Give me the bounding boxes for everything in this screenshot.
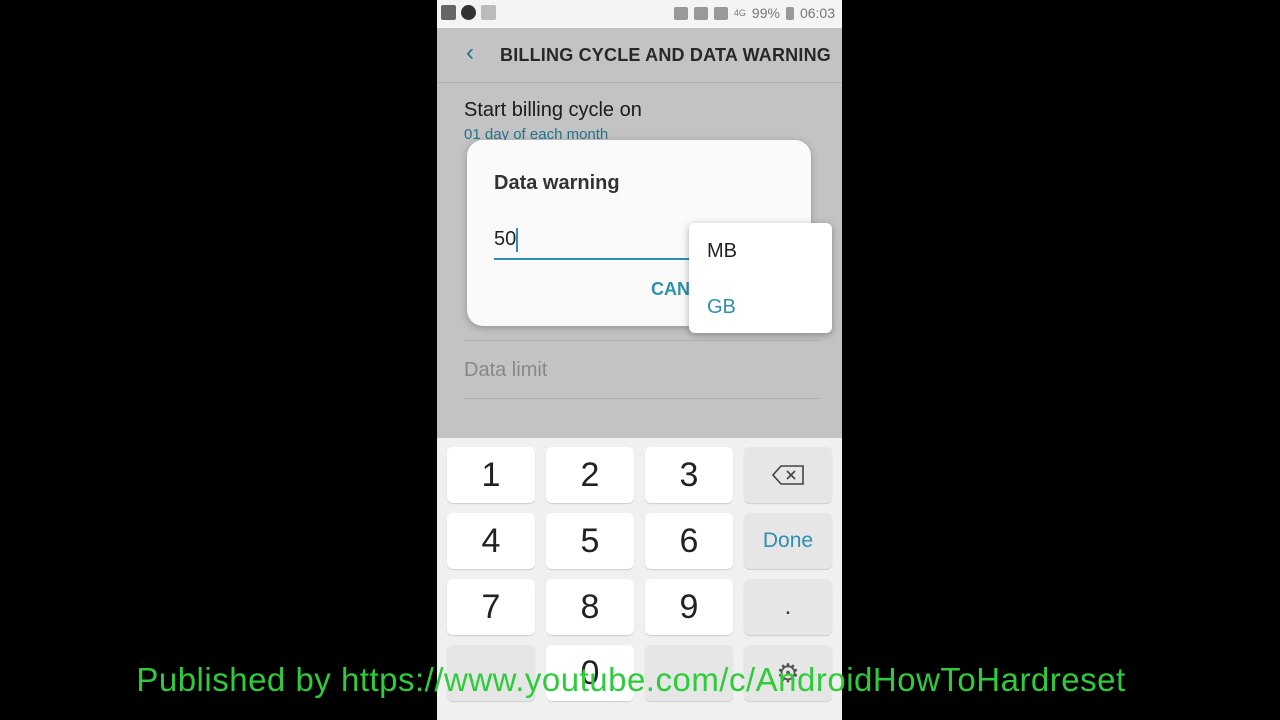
network-type: 4G <box>733 8 746 18</box>
sim-icon <box>693 6 708 20</box>
watermark-text: Published by https://www.youtube.com/c/A… <box>136 661 1126 698</box>
done-key[interactable]: Done <box>744 513 832 569</box>
battery-icon <box>785 6 794 20</box>
key-1[interactable]: 1 <box>447 447 535 503</box>
unit-option-gb[interactable]: GB <box>707 296 736 319</box>
gallery-icon <box>441 5 456 20</box>
key-4[interactable]: 4 <box>447 513 535 569</box>
key-3[interactable]: 3 <box>645 447 733 503</box>
data-warning-input[interactable]: 50 <box>494 226 694 260</box>
text-caret <box>516 228 518 252</box>
key-2[interactable]: 2 <box>546 447 634 503</box>
app-icon <box>461 5 476 20</box>
backspace-key[interactable] <box>744 447 832 503</box>
dialog-title: Data warning <box>494 172 620 194</box>
status-bar: 4G 99% 06:03 <box>437 0 842 28</box>
status-right-icons: 4G 99% 06:03 <box>673 5 835 21</box>
cast-icon <box>673 6 688 20</box>
clock: 06:03 <box>799 5 835 21</box>
notification-icon <box>481 5 496 20</box>
battery-percent: 99% <box>751 5 780 21</box>
key-6[interactable]: 6 <box>645 513 733 569</box>
phone-screen: 4G 99% 06:03 ‹ BILLING CYCLE AND DATA WA… <box>437 0 842 720</box>
status-left-icons <box>441 5 496 20</box>
dot-key[interactable]: . <box>744 579 832 635</box>
key-8[interactable]: 8 <box>546 579 634 635</box>
input-value: 50 <box>494 228 517 250</box>
unit-option-mb[interactable]: MB <box>707 240 737 263</box>
key-5[interactable]: 5 <box>546 513 634 569</box>
backspace-icon <box>772 465 804 485</box>
key-9[interactable]: 9 <box>645 579 733 635</box>
key-7[interactable]: 7 <box>447 579 535 635</box>
signal-icon <box>713 6 728 20</box>
unit-dropdown: MB GB <box>689 223 832 333</box>
